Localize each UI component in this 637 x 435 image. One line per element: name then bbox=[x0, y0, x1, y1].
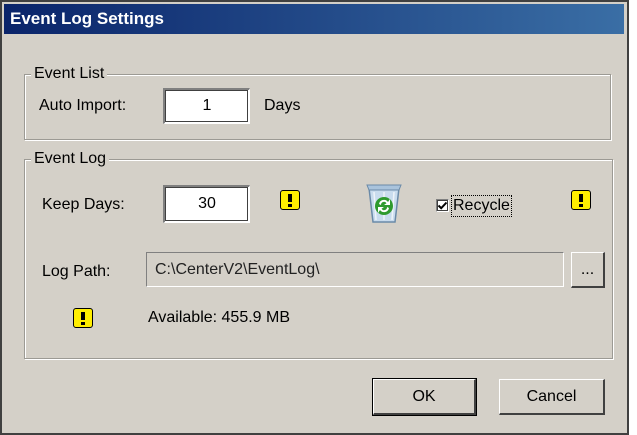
event-log-legend: Event Log bbox=[31, 150, 110, 168]
event-log-settings-dialog: Event Log Settings Event List Auto Impor… bbox=[0, 0, 629, 435]
auto-import-input[interactable]: 1 bbox=[163, 88, 250, 124]
browse-button[interactable]: ... bbox=[571, 252, 605, 288]
cancel-button[interactable]: Cancel bbox=[499, 379, 605, 415]
recycle-label[interactable]: Recycle bbox=[451, 195, 512, 217]
log-path-field[interactable]: C:\CenterV2\EventLog\ bbox=[146, 252, 564, 287]
available-space-text: Available: 455.9 MB bbox=[148, 309, 291, 326]
auto-import-label: Auto Import: bbox=[39, 97, 127, 114]
log-path-label: Log Path: bbox=[42, 263, 111, 280]
days-label: Days bbox=[264, 97, 301, 114]
warning-icon[interactable] bbox=[571, 190, 591, 210]
keep-days-label: Keep Days: bbox=[42, 196, 125, 213]
window-title: Event Log Settings bbox=[10, 9, 164, 28]
recycle-checkbox[interactable] bbox=[436, 199, 449, 212]
ok-button[interactable]: OK bbox=[372, 378, 477, 416]
title-bar[interactable]: Event Log Settings bbox=[4, 4, 624, 34]
keep-days-input[interactable]: 30 bbox=[163, 185, 250, 223]
warning-icon[interactable] bbox=[280, 190, 300, 210]
warning-icon[interactable] bbox=[73, 308, 93, 328]
checkmark-icon bbox=[437, 201, 448, 210]
recycle-bin-icon bbox=[366, 184, 402, 223]
event-list-legend: Event List bbox=[31, 65, 108, 83]
